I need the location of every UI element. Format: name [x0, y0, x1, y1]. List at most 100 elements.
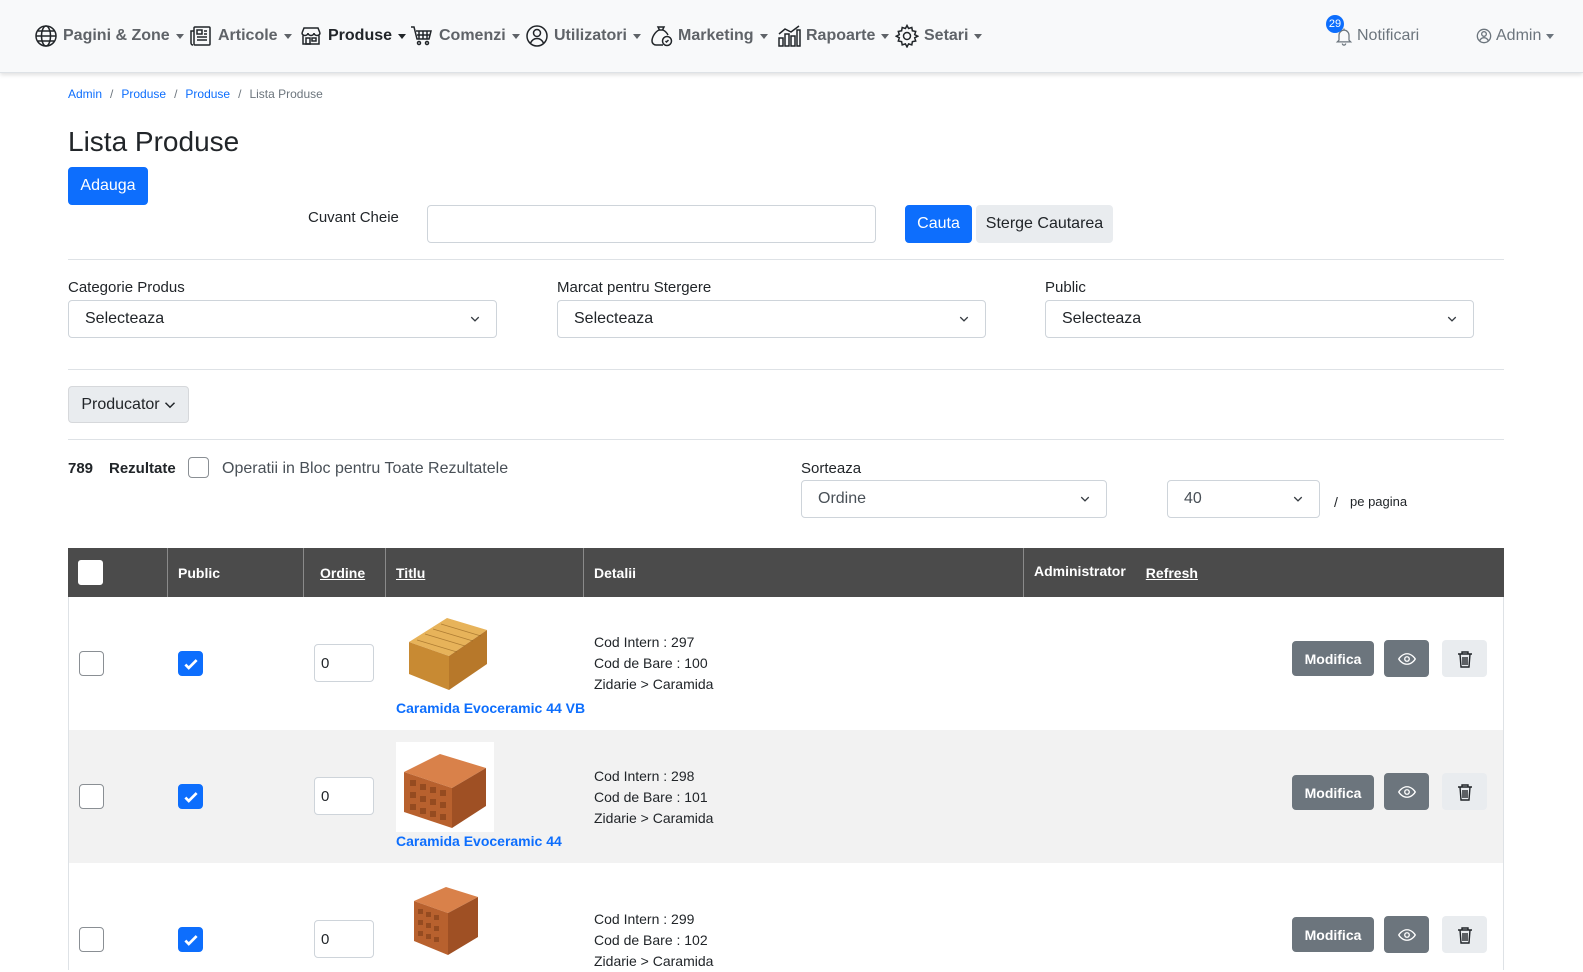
notifications-label: Notificari	[1357, 27, 1420, 44]
trash-icon	[1457, 926, 1472, 944]
per-page-label: pe pagina	[1350, 494, 1408, 509]
nav-label: Articole	[218, 27, 278, 44]
caret-down-icon	[632, 33, 641, 39]
breadcrumb-separator: /	[110, 87, 114, 101]
check-icon	[183, 934, 198, 946]
sort-select[interactable]: Ordine	[801, 480, 1107, 518]
breadcrumb: Admin / Produse / Produse / Lista Produs…	[68, 87, 323, 101]
user-circle-icon	[1476, 28, 1492, 44]
header-details: Detalii	[584, 548, 1024, 597]
delete-button[interactable]	[1442, 916, 1487, 953]
view-button[interactable]	[1384, 773, 1429, 810]
header-order-sort[interactable]: Ordine	[304, 548, 386, 597]
category-path: Zidarie > Caramida	[594, 676, 714, 692]
public-select[interactable]: Selecteaza	[1045, 300, 1474, 338]
row-select-checkbox[interactable]	[79, 784, 104, 809]
bulk-all-checkbox[interactable]	[188, 457, 209, 478]
delete-button[interactable]	[1442, 773, 1487, 810]
trash-icon	[1457, 783, 1472, 801]
brick-image	[414, 887, 478, 955]
header-public: Public	[168, 548, 304, 597]
breadcrumb-link-produse[interactable]: Produse	[121, 87, 166, 101]
nav-label: Produse	[328, 27, 393, 44]
table-row: 0 Caramida Evoceramic 44 Cod Intern : 29…	[68, 730, 1504, 863]
breadcrumb-separator: /	[174, 87, 178, 101]
row-select-checkbox[interactable]	[79, 927, 104, 952]
nav-label: Comenzi	[439, 27, 506, 44]
category-path: Zidarie > Caramida	[594, 810, 714, 826]
breadcrumb-link-produse-sub[interactable]: Produse	[185, 87, 230, 101]
product-thumbnail[interactable]	[396, 875, 494, 961]
view-button[interactable]	[1384, 916, 1429, 953]
clear-search-button[interactable]: Sterge Cautarea	[976, 205, 1113, 243]
header-title-sort[interactable]: Titlu	[386, 548, 584, 597]
nav-comenzi[interactable]: Comenzi	[410, 22, 520, 50]
money-bag-icon	[651, 26, 673, 47]
public-select-value: Selecteaza	[1062, 310, 1142, 327]
category-select[interactable]: Selecteaza	[68, 300, 497, 338]
row-public-checkbox[interactable]	[178, 927, 203, 952]
admin-label: Admin	[1496, 27, 1542, 44]
row-public-checkbox[interactable]	[178, 651, 203, 676]
row-order-input[interactable]: 0	[314, 777, 374, 815]
caret-down-icon	[398, 33, 407, 39]
per-page-select[interactable]: 40	[1167, 480, 1320, 518]
nav-marketing[interactable]: Marketing	[649, 22, 768, 50]
brick-image	[404, 754, 486, 828]
table-row: 0 Cod Intern : 299 Cod de Bare : 102 Zid…	[68, 863, 1504, 970]
chevron-down-icon	[1293, 496, 1303, 502]
internal-code: Cod Intern : 298	[594, 768, 695, 784]
add-product-button[interactable]: Adauga	[68, 167, 148, 205]
caret-down-icon	[283, 33, 292, 39]
caret-down-icon	[511, 33, 520, 39]
keyword-search-input[interactable]	[427, 205, 876, 243]
table-header: Public Ordine Titlu Detalii Administrato…	[68, 548, 1504, 597]
row-order-input[interactable]: 0	[314, 644, 374, 682]
per-page-select-value: 40	[1184, 490, 1202, 507]
divider	[68, 439, 1504, 440]
eye-icon	[1397, 785, 1416, 798]
delete-button[interactable]	[1442, 640, 1487, 677]
sort-select-value: Ordine	[818, 490, 867, 507]
bulk-operations-label: Operatii in Bloc pentru Toate Rezultatel…	[222, 460, 509, 477]
top-navbar: Pagini & Zone Articole Produse Comenzi U…	[0, 0, 1583, 73]
public-label: Public	[1045, 279, 1086, 296]
category-label: Categorie Produs	[68, 279, 185, 296]
row-public-checkbox[interactable]	[178, 784, 203, 809]
edit-button[interactable]: Modifica	[1292, 775, 1374, 810]
check-icon	[183, 791, 198, 803]
per-page-separator: /	[1334, 494, 1338, 510]
chevron-down-icon	[959, 316, 969, 322]
marked-delete-select[interactable]: Selecteaza	[557, 300, 986, 338]
product-thumbnail[interactable]	[396, 742, 494, 832]
breadcrumb-separator: /	[238, 87, 242, 101]
product-thumbnail[interactable]	[397, 612, 495, 702]
row-select-checkbox[interactable]	[79, 651, 104, 676]
search-button[interactable]: Cauta	[905, 205, 972, 243]
results-label: Rezultate	[109, 460, 176, 477]
nav-label: Rapoarte	[806, 27, 876, 44]
admin-user-menu[interactable]: Admin	[1476, 22, 1555, 50]
refresh-link[interactable]: Refresh	[1146, 565, 1198, 581]
nav-setari[interactable]: Setari	[895, 22, 983, 50]
select-all-checkbox[interactable]	[78, 560, 103, 585]
product-title-link[interactable]: Caramida Evoceramic 44	[396, 833, 562, 849]
breadcrumb-link-admin[interactable]: Admin	[68, 87, 102, 101]
edit-button[interactable]: Modifica	[1292, 641, 1374, 676]
edit-button[interactable]: Modifica	[1292, 917, 1374, 952]
nav-utilizatori[interactable]: Utilizatori	[525, 22, 641, 50]
view-button[interactable]	[1384, 640, 1429, 677]
producer-label: Producator	[81, 395, 160, 413]
nav-articole[interactable]: Articole	[189, 22, 292, 50]
product-title-link[interactable]: Caramida Evoceramic 44 VB	[396, 700, 585, 716]
nav-rapoarte[interactable]: Rapoarte	[777, 22, 890, 50]
nav-pagini-zone[interactable]: Pagini & Zone	[34, 22, 184, 50]
product-details: Cod Intern : 299 Cod de Bare : 102 Zidar…	[594, 909, 713, 972]
row-order-input[interactable]: 0	[314, 920, 374, 958]
notifications-count-badge: 29	[1326, 15, 1344, 33]
notifications-link[interactable]: Notificari	[1334, 22, 1419, 50]
nav-produse[interactable]: Produse	[299, 22, 407, 50]
marked-delete-label: Marcat pentru Stergere	[557, 279, 712, 296]
producer-filter-button[interactable]: Producator	[68, 386, 189, 423]
header-title-label: Titlu	[396, 564, 426, 581]
